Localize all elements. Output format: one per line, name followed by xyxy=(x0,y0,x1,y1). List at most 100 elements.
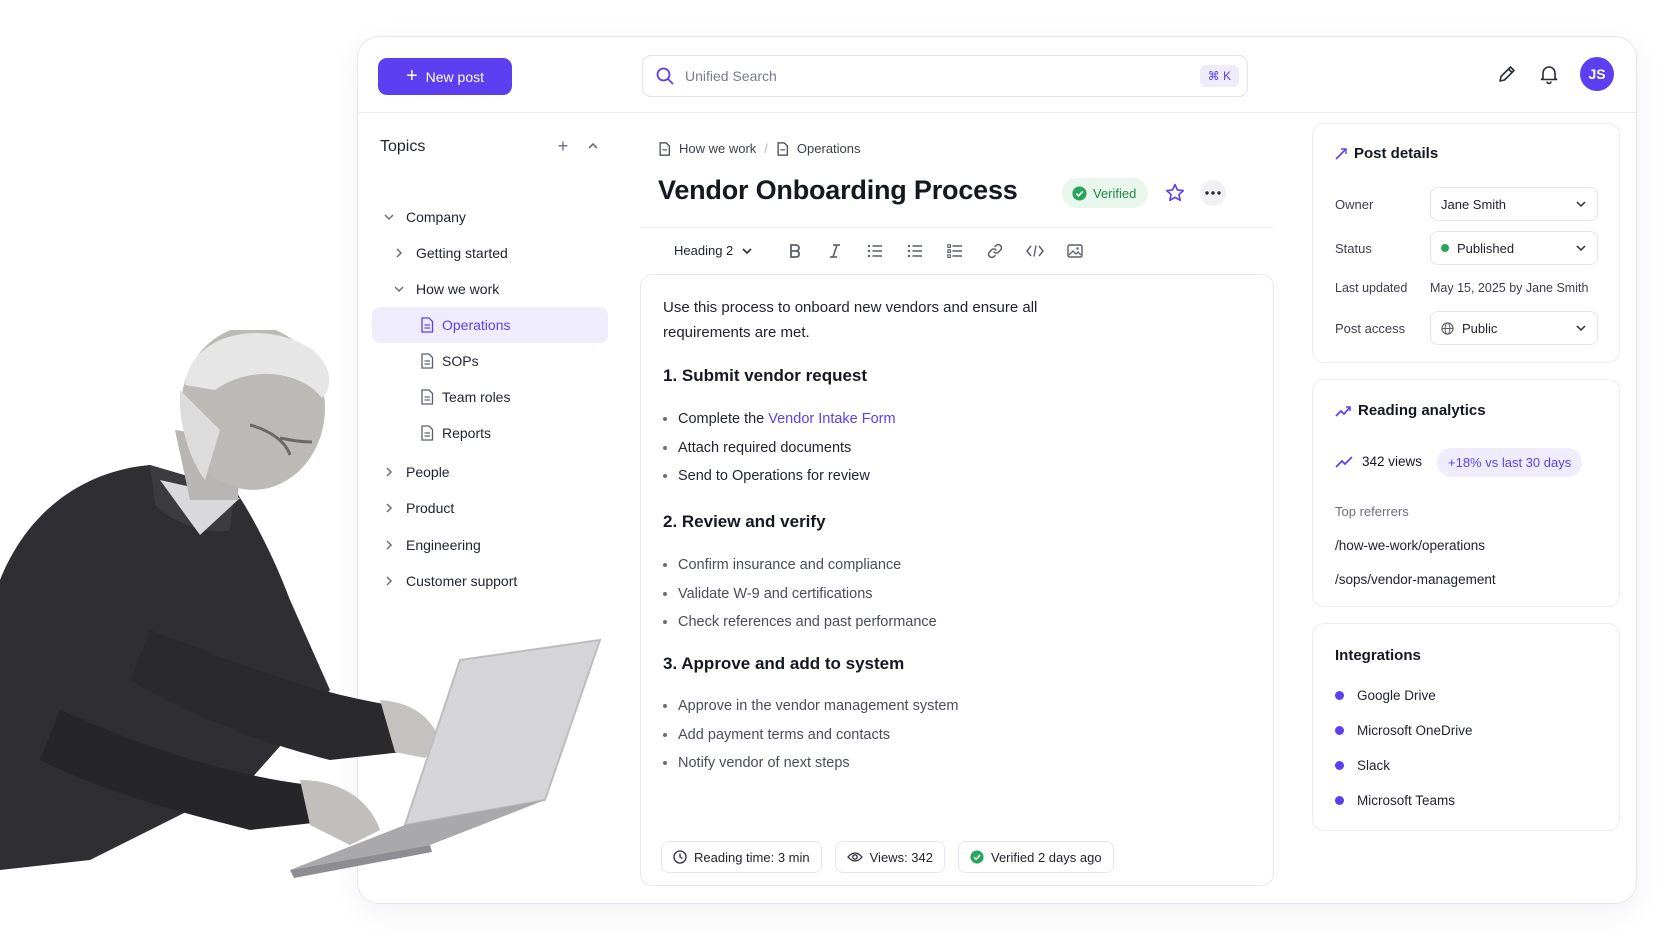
heading-select[interactable]: Heading 2 xyxy=(674,243,753,258)
bell-icon[interactable] xyxy=(1538,63,1560,85)
main-content: How we work / Operations Vendor Onboardi… xyxy=(640,114,1274,903)
section-heading: 3. Approve and add to system xyxy=(663,654,905,673)
post-access-value: Public xyxy=(1462,320,1498,336)
person-with-laptop-image xyxy=(0,330,602,878)
chip-label: Reading time: 3 min xyxy=(694,849,810,865)
owner-select[interactable]: Jane Smith xyxy=(1430,187,1598,221)
bold-icon xyxy=(790,243,801,258)
bullet xyxy=(663,761,667,766)
new-post-button[interactable]: + New post xyxy=(378,58,512,95)
more-options-button[interactable] xyxy=(1200,180,1226,206)
breadcrumb-item[interactable]: How we work xyxy=(679,141,756,156)
sidebar-item-company[interactable]: Company xyxy=(380,199,466,235)
owner-value: Jane Smith xyxy=(1441,196,1507,212)
image-button[interactable] xyxy=(1055,236,1095,266)
breadcrumb-item[interactable]: Operations xyxy=(797,141,861,156)
verified-badge: Verified xyxy=(1062,178,1149,208)
section-list: Confirm insurance and compliance Validat… xyxy=(663,551,937,637)
integration-label: Google Drive xyxy=(1357,688,1436,703)
views-value: 342 views xyxy=(1362,454,1423,469)
status-dot xyxy=(1441,244,1449,252)
search-input[interactable]: Unified Search ⌘ K xyxy=(642,55,1248,97)
top-bar: + New post Unified Search ⌘ K JS xyxy=(358,37,1636,113)
clock-icon xyxy=(673,850,687,864)
eye-icon xyxy=(846,852,863,862)
image-icon xyxy=(1067,243,1083,258)
checklist-button[interactable] xyxy=(935,236,975,266)
chevron-down-icon xyxy=(1576,201,1586,208)
integration-item[interactable]: Microsoft Teams xyxy=(1335,793,1455,808)
italic-icon xyxy=(830,243,841,258)
link-button[interactable] xyxy=(975,236,1015,266)
list-item: Complete the Vendor Intake Form xyxy=(663,405,896,434)
integration-bullet xyxy=(1335,796,1344,805)
checklist-icon xyxy=(947,243,963,258)
link-icon xyxy=(988,243,1003,258)
bullet-list-button[interactable] xyxy=(855,236,895,266)
post-access-select[interactable]: Public xyxy=(1430,311,1598,345)
collapse-icon[interactable] xyxy=(578,136,608,157)
integration-item[interactable]: Slack xyxy=(1335,758,1390,773)
list-item-text: Check references and past performance xyxy=(678,614,937,630)
bullet xyxy=(663,620,667,625)
sidebar-item-getting-started[interactable]: Getting started xyxy=(390,235,508,271)
reading-analytics-card: Reading analytics 342 views +18% vs last… xyxy=(1312,379,1620,607)
verified-label: Verified xyxy=(1093,185,1137,201)
bullet xyxy=(663,563,667,568)
code-button[interactable] xyxy=(1015,236,1055,266)
integration-bullet xyxy=(1335,761,1344,770)
verified-chip: Verified 2 days ago xyxy=(957,841,1114,873)
views-change-badge: +18% vs last 30 days xyxy=(1437,448,1583,477)
document-icon xyxy=(777,141,788,156)
list-item-text: Attach required documents xyxy=(678,439,852,456)
post-details-card: Post details Owner Jane Smith Status Pub… xyxy=(1312,123,1620,363)
last-updated-label: Last updated xyxy=(1335,281,1408,295)
integration-label: Microsoft Teams xyxy=(1357,793,1456,808)
avatar[interactable]: JS xyxy=(1580,57,1614,91)
status-value: Published xyxy=(1457,240,1515,256)
italic-button[interactable] xyxy=(815,236,855,266)
more-icon xyxy=(1205,191,1221,195)
vendor-intake-form-link[interactable]: Vendor Intake Form xyxy=(768,405,895,434)
integration-item[interactable]: Microsoft OneDrive xyxy=(1335,723,1473,738)
list-item: Check references and past performance xyxy=(663,608,937,637)
chevron-right-icon xyxy=(390,247,408,259)
list-item-text: Validate W-9 and certifications xyxy=(678,585,873,602)
numbered-list-icon xyxy=(908,244,923,257)
top-referrers-label: Top referrers xyxy=(1335,504,1409,519)
sidebar-item-label: Getting started xyxy=(416,245,508,261)
integrations-title: Integrations xyxy=(1335,647,1421,664)
chip-label: Verified 2 days ago xyxy=(990,849,1102,865)
topics-title: Topics xyxy=(380,137,426,155)
list-item-text: Complete the xyxy=(678,411,765,427)
numbered-list-button[interactable] xyxy=(895,236,935,266)
check-circle-icon xyxy=(970,850,984,864)
add-topic-icon[interactable]: + xyxy=(548,136,578,157)
reading-analytics-title: Reading analytics xyxy=(1335,402,1486,419)
topics-header: Topics + xyxy=(380,136,608,157)
status-label: Status xyxy=(1335,241,1372,256)
list-item: Notify vendor of next steps xyxy=(663,749,958,778)
list-item-text: Notify vendor of next steps xyxy=(678,755,850,771)
bullet xyxy=(663,732,667,737)
edit-icon[interactable] xyxy=(1496,63,1518,85)
referrer-link[interactable]: /how-we-work/operations xyxy=(1335,538,1485,553)
star-icon[interactable] xyxy=(1164,182,1186,204)
reading-time-chip: Reading time: 3 min xyxy=(661,841,822,873)
bold-button[interactable] xyxy=(775,236,815,266)
sparkle-icon xyxy=(1335,147,1347,160)
code-icon xyxy=(1026,244,1045,257)
search-icon xyxy=(656,67,674,85)
referrer-link[interactable]: /sops/vendor-management xyxy=(1335,572,1496,587)
bullet xyxy=(663,445,667,450)
meta-chips: Reading time: 3 min Views: 342 Verified … xyxy=(661,841,1114,873)
status-select[interactable]: Published xyxy=(1430,231,1598,265)
page: + New post Unified Search ⌘ K JS Topics … xyxy=(0,0,1672,941)
trend-icon xyxy=(1335,405,1351,417)
integration-label: Microsoft OneDrive xyxy=(1357,723,1473,738)
integration-item[interactable]: Google Drive xyxy=(1335,688,1436,703)
sidebar-item-how-we-work[interactable]: How we work xyxy=(390,271,499,307)
chevron-down-icon xyxy=(1576,325,1586,332)
editor-body[interactable]: Use this process to onboard new vendors … xyxy=(640,274,1274,886)
integration-label: Slack xyxy=(1357,758,1391,773)
